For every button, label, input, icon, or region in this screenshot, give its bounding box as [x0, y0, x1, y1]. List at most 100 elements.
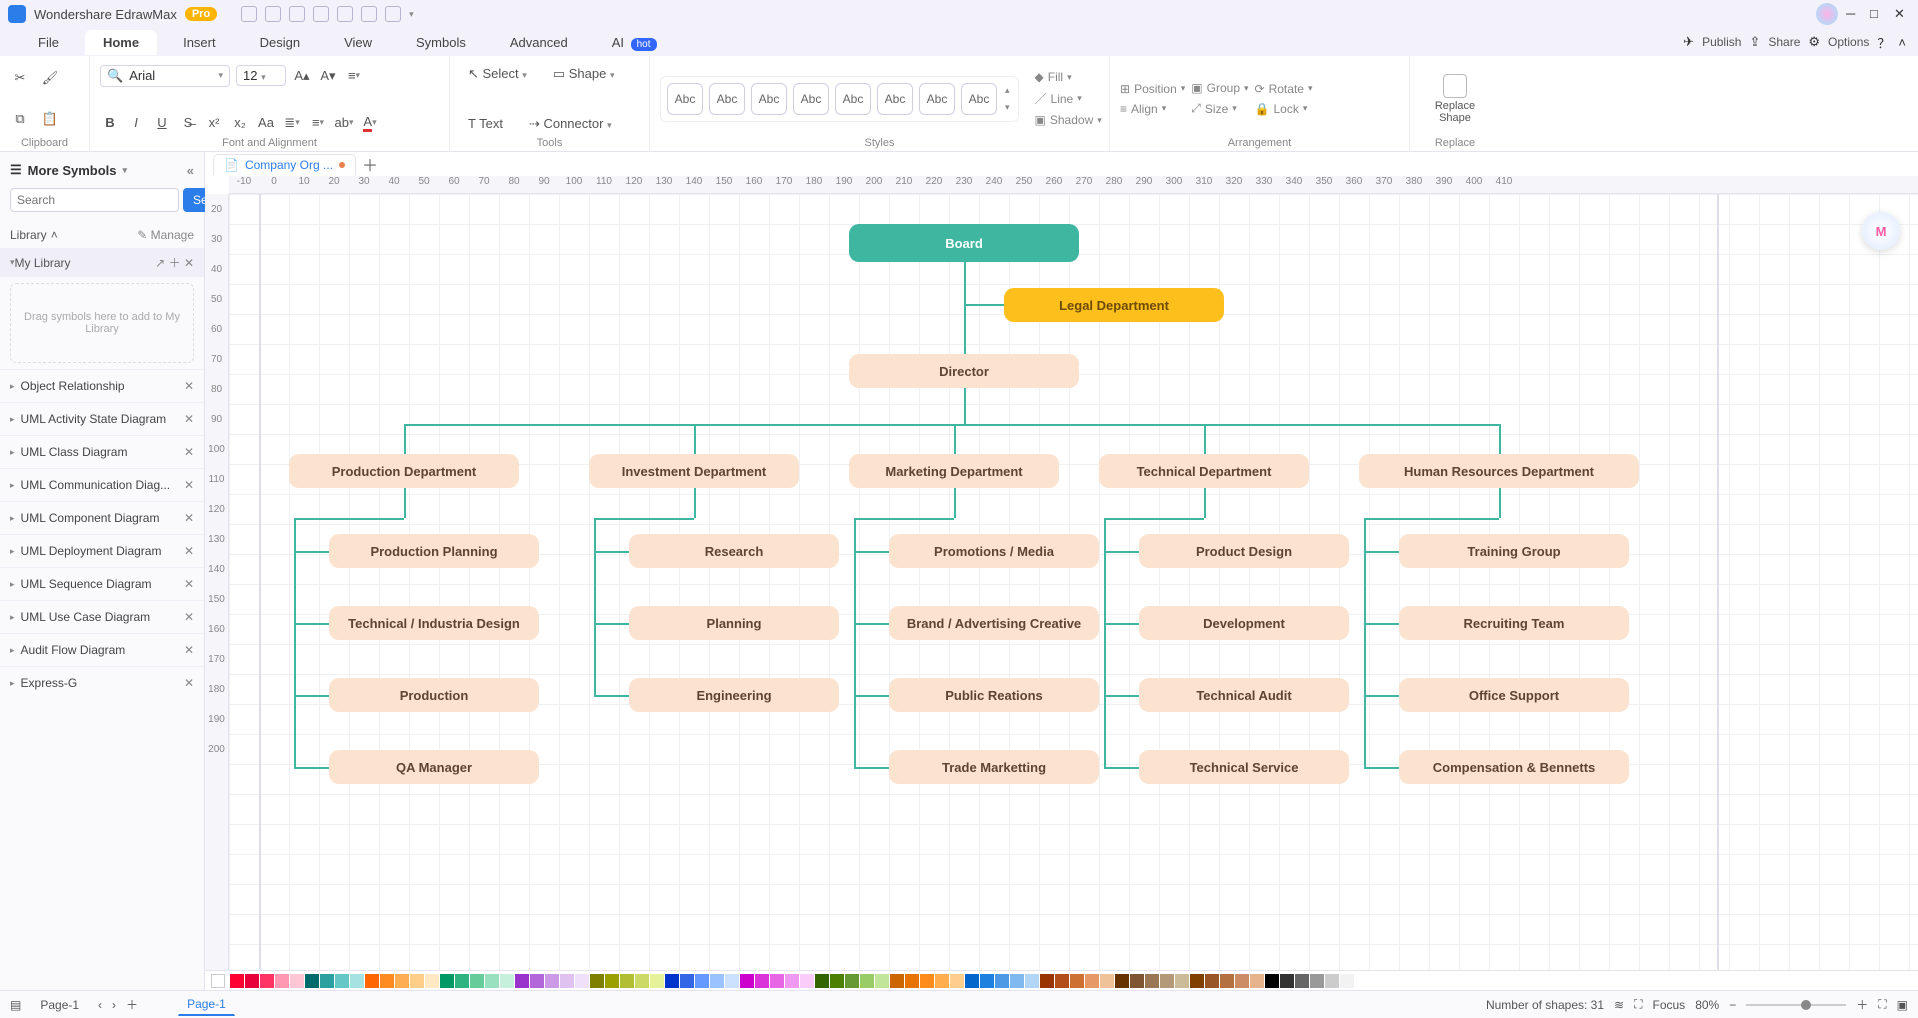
- tab-file[interactable]: File: [20, 30, 77, 55]
- color-swatch[interactable]: [500, 974, 514, 988]
- node-child[interactable]: QA Manager: [329, 750, 539, 784]
- color-swatch[interactable]: [1190, 974, 1204, 988]
- close-icon[interactable]: ✕: [184, 379, 194, 393]
- tab-home[interactable]: Home: [85, 30, 157, 55]
- symbol-search-input[interactable]: [10, 188, 179, 212]
- color-swatch[interactable]: [1235, 974, 1249, 988]
- style-preset[interactable]: Abc: [919, 83, 955, 115]
- next-page-icon[interactable]: ›: [112, 998, 116, 1012]
- export-lib-icon[interactable]: ↗: [155, 256, 165, 270]
- zoom-out-icon[interactable]: −: [1729, 998, 1736, 1012]
- close-lib-icon[interactable]: ✕: [184, 256, 194, 270]
- color-swatch[interactable]: [740, 974, 754, 988]
- color-swatch[interactable]: [290, 974, 304, 988]
- category-item[interactable]: ▸Object Relationship✕: [0, 369, 204, 402]
- collapse-ribbon-icon[interactable]: ˄: [1898, 35, 1906, 50]
- node-department[interactable]: Technical Department: [1099, 454, 1309, 488]
- color-swatch[interactable]: [980, 974, 994, 988]
- color-swatch[interactable]: [905, 974, 919, 988]
- color-swatch[interactable]: [485, 974, 499, 988]
- color-swatch[interactable]: [440, 974, 454, 988]
- color-swatch[interactable]: [950, 974, 964, 988]
- close-icon[interactable]: ✕: [184, 643, 194, 657]
- color-swatch[interactable]: [785, 974, 799, 988]
- node-director[interactable]: Director: [849, 354, 1079, 388]
- style-gallery[interactable]: Abc Abc Abc Abc Abc Abc Abc Abc ▴ ▾: [660, 76, 1019, 122]
- bold-icon[interactable]: B: [100, 113, 120, 133]
- publish-label[interactable]: Publish: [1702, 35, 1741, 49]
- color-picker-icon[interactable]: [211, 974, 225, 988]
- color-swatch[interactable]: [1295, 974, 1309, 988]
- color-swatch[interactable]: [800, 974, 814, 988]
- color-swatch[interactable]: [755, 974, 769, 988]
- color-swatch[interactable]: [1175, 974, 1189, 988]
- node-child[interactable]: Promotions / Media: [889, 534, 1099, 568]
- style-preset[interactable]: Abc: [709, 83, 745, 115]
- color-swatch[interactable]: [620, 974, 634, 988]
- color-swatch[interactable]: [425, 974, 439, 988]
- node-child[interactable]: Brand / Advertising Creative: [889, 606, 1099, 640]
- node-child[interactable]: Office Support: [1399, 678, 1629, 712]
- style-preset[interactable]: Abc: [877, 83, 913, 115]
- close-icon[interactable]: ✕: [184, 478, 194, 492]
- library-label[interactable]: Library: [10, 228, 47, 242]
- drawing-canvas[interactable]: BoardLegal DepartmentDirectorProduction …: [229, 194, 1918, 970]
- node-child[interactable]: Engineering: [629, 678, 839, 712]
- focus-icon[interactable]: ⛶: [1634, 997, 1642, 1012]
- category-item[interactable]: ▸UML Component Diagram✕: [0, 501, 204, 534]
- color-swatch[interactable]: [1265, 974, 1279, 988]
- redo-icon[interactable]: [265, 6, 281, 22]
- color-swatch[interactable]: [530, 974, 544, 988]
- increase-font-icon[interactable]: A▴: [292, 66, 312, 86]
- node-child[interactable]: Development: [1139, 606, 1349, 640]
- help-icon[interactable]: ？: [1877, 33, 1890, 52]
- color-swatch[interactable]: [845, 974, 859, 988]
- size-dropdown[interactable]: ⤢ Size▾: [1191, 99, 1248, 118]
- color-swatch[interactable]: [410, 974, 424, 988]
- node-board[interactable]: Board: [849, 224, 1079, 262]
- color-swatch[interactable]: [635, 974, 649, 988]
- page-tab[interactable]: Page-1: [178, 993, 235, 1016]
- copy-icon[interactable]: ⧉: [10, 109, 30, 129]
- color-swatch[interactable]: [1310, 974, 1324, 988]
- color-swatch[interactable]: [1115, 974, 1129, 988]
- text-tool[interactable]: T Text: [460, 116, 511, 131]
- node-child[interactable]: Production: [329, 678, 539, 712]
- fullscreen-icon[interactable]: ▣: [1897, 998, 1908, 1012]
- node-child[interactable]: Public Reations: [889, 678, 1099, 712]
- node-child[interactable]: Research: [629, 534, 839, 568]
- category-item[interactable]: ▸UML Sequence Diagram✕: [0, 567, 204, 600]
- color-swatch[interactable]: [1010, 974, 1024, 988]
- subscript-icon[interactable]: x₂: [230, 113, 250, 133]
- color-swatch[interactable]: [1220, 974, 1234, 988]
- color-swatch[interactable]: [380, 974, 394, 988]
- close-icon[interactable]: ✕: [184, 412, 194, 426]
- export-icon[interactable]: [385, 6, 401, 22]
- select-tool[interactable]: ↖ Select ▾: [460, 66, 535, 82]
- font-color-icon[interactable]: A▾: [360, 113, 380, 133]
- paste-icon[interactable]: 📋: [40, 109, 60, 129]
- color-swatch[interactable]: [1040, 974, 1054, 988]
- node-child[interactable]: Planning: [629, 606, 839, 640]
- node-child[interactable]: Product Design: [1139, 534, 1349, 568]
- color-swatch[interactable]: [275, 974, 289, 988]
- color-swatch[interactable]: [260, 974, 274, 988]
- color-swatch[interactable]: [710, 974, 724, 988]
- color-swatch[interactable]: [1250, 974, 1264, 988]
- color-swatch[interactable]: [350, 974, 364, 988]
- close-icon[interactable]: ✕: [184, 445, 194, 459]
- color-swatch[interactable]: [1055, 974, 1069, 988]
- tab-view[interactable]: View: [326, 30, 390, 55]
- page-selector[interactable]: Page-1: [31, 994, 88, 1016]
- node-child[interactable]: Trade Marketting: [889, 750, 1099, 784]
- zoom-in-icon[interactable]: ＋: [1856, 996, 1868, 1013]
- node-child[interactable]: Recruiting Team: [1399, 606, 1629, 640]
- italic-icon[interactable]: I: [126, 113, 146, 133]
- color-swatch[interactable]: [395, 974, 409, 988]
- color-swatch[interactable]: [680, 974, 694, 988]
- node-child[interactable]: Technical Service: [1139, 750, 1349, 784]
- color-swatch[interactable]: [935, 974, 949, 988]
- close-icon[interactable]: ✕: [184, 577, 194, 591]
- node-department[interactable]: Production Department: [289, 454, 519, 488]
- strike-icon[interactable]: S̶: [178, 113, 198, 133]
